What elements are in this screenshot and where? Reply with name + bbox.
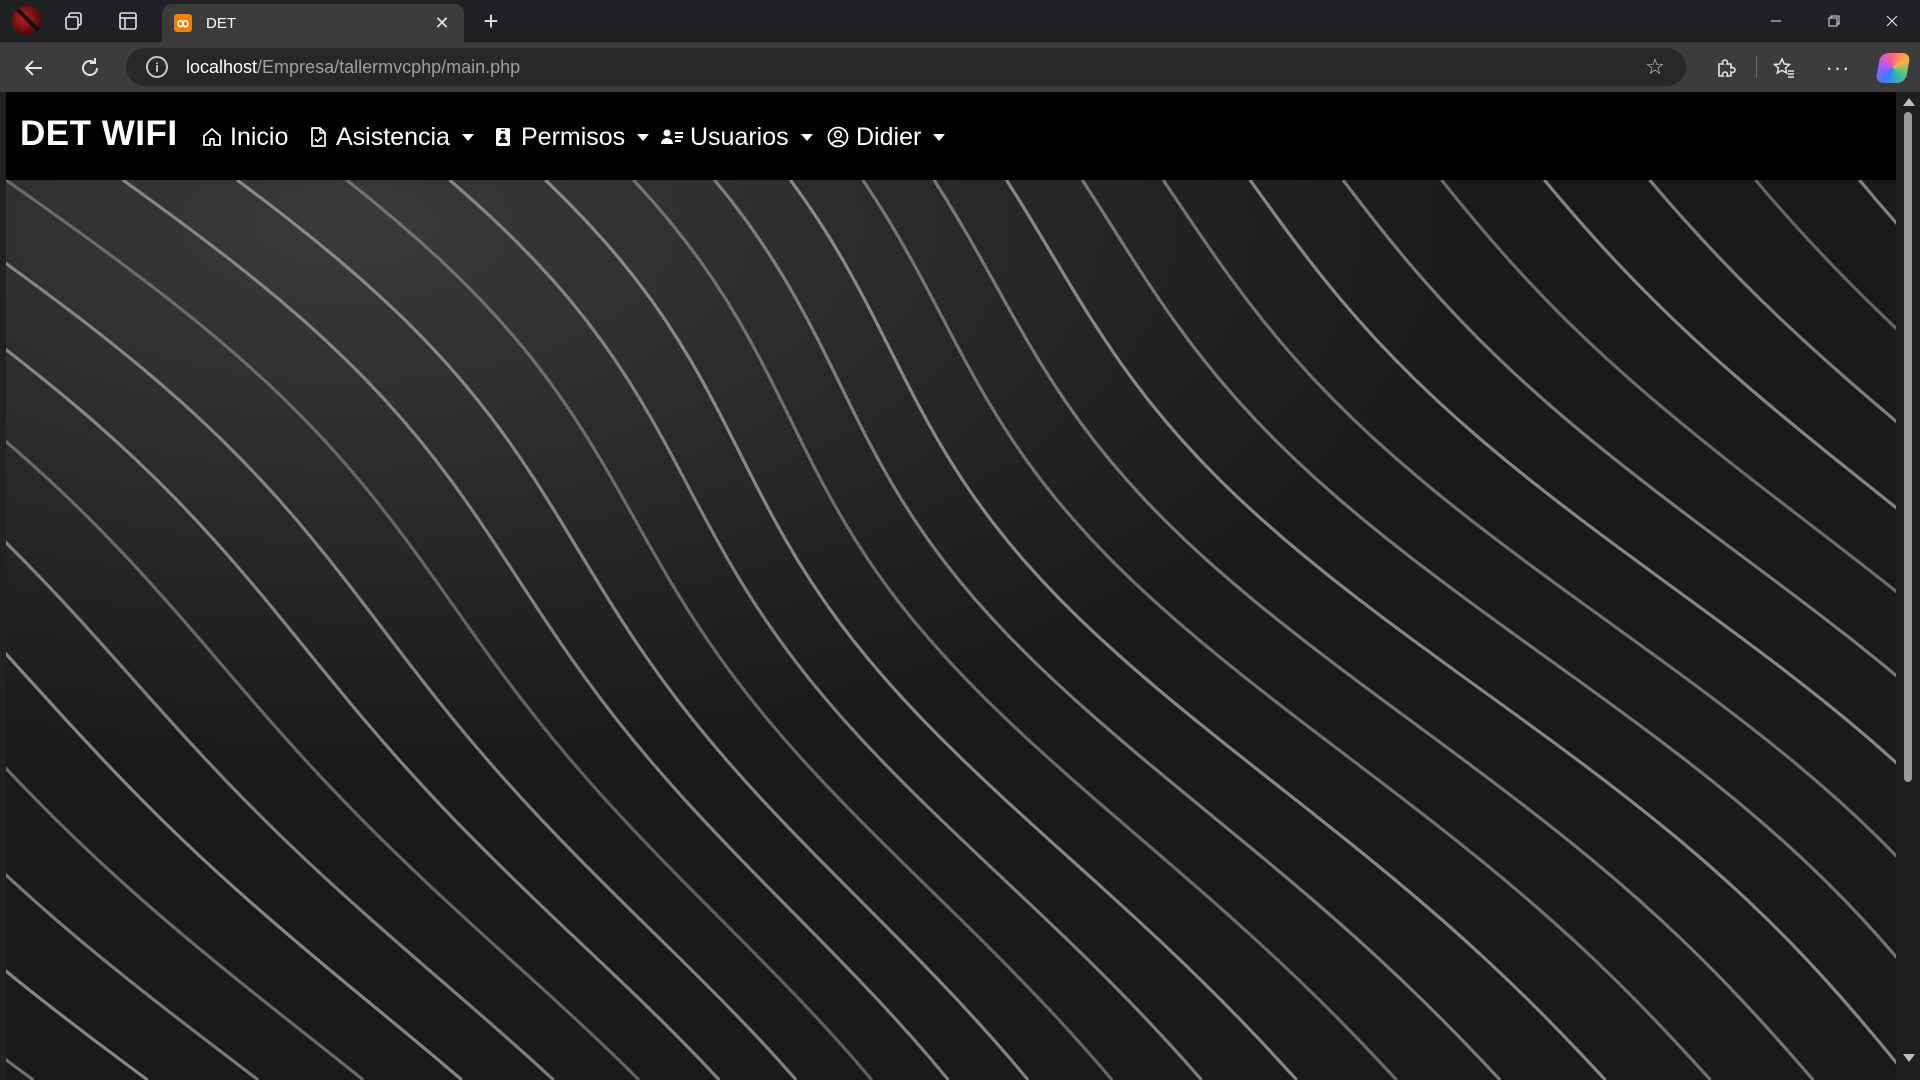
- close-window-icon[interactable]: [1864, 0, 1920, 42]
- toolbar-divider: [1756, 56, 1757, 78]
- vertical-tabs-icon[interactable]: [116, 9, 140, 33]
- restore-window-icon[interactable]: [1806, 0, 1862, 42]
- new-tab-icon[interactable]: +: [478, 6, 504, 36]
- dropdown-caret-icon: [800, 133, 813, 141]
- hero-background-image: [6, 180, 1896, 1080]
- reload-icon[interactable]: [76, 54, 104, 82]
- nav-item-asistencia[interactable]: Asistencia: [306, 120, 474, 154]
- nav-item-user-menu[interactable]: Didier: [826, 120, 946, 154]
- url-path: /Empresa/tallermvcphp/main.php: [257, 56, 521, 77]
- browser-toolbar: i localhost/Empresa/tallermvcphp/main.ph…: [0, 42, 1920, 92]
- wavy-lines-pattern: [6, 180, 1896, 1080]
- dropdown-caret-icon: [637, 133, 650, 141]
- user-circle-icon: [826, 125, 850, 149]
- scrollbar-thumb[interactable]: [1904, 112, 1912, 782]
- extensions-puzzle-icon[interactable]: [1712, 54, 1740, 82]
- site-info-icon[interactable]: i: [146, 56, 168, 78]
- home-icon: [200, 125, 224, 149]
- page-viewport: DET WIFI Inicio Asistencia Permisos Usua…: [6, 92, 1920, 1080]
- id-badge-icon: [491, 125, 515, 149]
- page-scrollbar[interactable]: [1896, 92, 1920, 1080]
- nav-item-usuarios[interactable]: Usuarios: [660, 120, 813, 154]
- close-tab-icon[interactable]: ✕: [432, 13, 452, 33]
- address-url[interactable]: localhost/Empresa/tallermvcphp/main.php: [186, 57, 520, 78]
- more-options-icon[interactable]: ···: [1824, 54, 1852, 82]
- browser-tab-strip: ꝏ DET ✕ +: [0, 0, 1920, 42]
- file-check-icon: [306, 125, 330, 149]
- bookmark-star-icon[interactable]: ☆: [1642, 54, 1668, 80]
- minimize-window-icon[interactable]: [1748, 0, 1804, 42]
- users-list-icon: [660, 125, 684, 149]
- scroll-up-arrow-icon[interactable]: [1903, 98, 1915, 106]
- nav-label-asistencia: Asistencia: [336, 122, 450, 151]
- tab-title: DET: [206, 14, 236, 32]
- copilot-icon[interactable]: [1875, 53, 1911, 83]
- site-navbar: DET WIFI Inicio Asistencia Permisos Usua…: [6, 92, 1896, 180]
- dropdown-caret-icon: [933, 133, 946, 141]
- scroll-down-arrow-icon[interactable]: [1903, 1054, 1915, 1062]
- nav-label-inicio: Inicio: [230, 122, 289, 151]
- nav-label-permisos: Permisos: [521, 122, 626, 151]
- workspaces-icon[interactable]: [62, 9, 86, 33]
- nav-item-inicio[interactable]: Inicio: [200, 120, 288, 154]
- nav-item-permisos[interactable]: Permisos: [491, 120, 650, 154]
- url-host: localhost: [186, 56, 258, 77]
- favorites-icon[interactable]: [1770, 54, 1798, 82]
- brand-logo[interactable]: DET WIFI: [20, 114, 178, 154]
- browser-tab[interactable]: ꝏ DET ✕: [162, 4, 464, 42]
- address-bar[interactable]: i localhost/Empresa/tallermvcphp/main.ph…: [126, 48, 1686, 86]
- nav-label-usuarios: Usuarios: [690, 122, 789, 151]
- profile-avatar-icon[interactable]: [12, 6, 42, 36]
- nav-label-user: Didier: [856, 122, 922, 151]
- dropdown-caret-icon: [461, 133, 474, 141]
- xampp-favicon-icon: ꝏ: [174, 14, 192, 32]
- back-arrow-icon[interactable]: [20, 54, 48, 82]
